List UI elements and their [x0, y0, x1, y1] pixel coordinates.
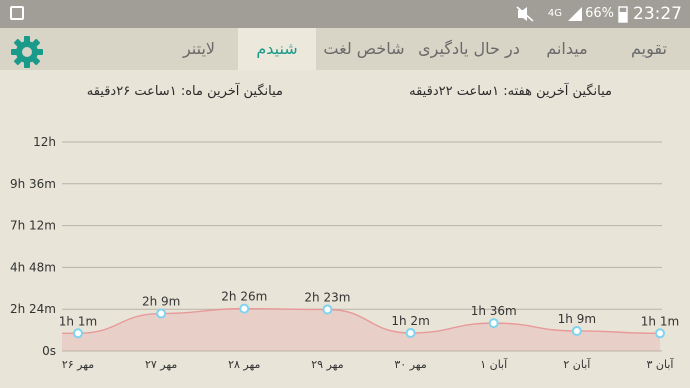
x-tick-label: ۳ آبان	[647, 357, 675, 371]
signal-icon	[566, 0, 584, 28]
data-label: 1h 1m	[59, 314, 97, 328]
tab-leitner[interactable]: لایتنر	[160, 28, 238, 70]
x-tick-label: ۲۶ مهر	[62, 358, 94, 371]
y-tick-label: 2h 24m	[10, 302, 56, 316]
battery-text: 66%	[585, 6, 614, 21]
data-point	[405, 328, 416, 339]
data-point	[655, 328, 665, 339]
data-label: 1h 1m	[641, 314, 679, 328]
weekly-average: میانگین آخرین هفته: ۱ساعت ۲۲دقیقه	[409, 84, 612, 99]
mute-icon	[515, 0, 535, 28]
tab-bar: تقویم میدانم در حال یادگیری شاخص لغت شنی…	[0, 28, 690, 70]
status-bar: 4G 66% 23:27	[0, 0, 690, 28]
y-tick-label: 0s	[42, 344, 56, 358]
x-tick-label: ۳۰ مهر	[394, 358, 426, 371]
x-tick-label: ۲۹ مهر	[311, 358, 343, 371]
data-point	[239, 303, 250, 314]
tab-word-index[interactable]: شاخص لغت	[316, 28, 412, 70]
listening-time-chart: 0s 2h 24m 4h 48m 7h 12m 9h 36m 12h 1h 1m 2h 9m…	[10, 135, 679, 371]
data-label: 1h 36m	[471, 304, 517, 318]
data-point	[156, 308, 167, 319]
tab-known[interactable]: میدانم	[526, 28, 608, 70]
battery-icon	[618, 0, 628, 28]
data-point	[73, 328, 83, 339]
data-point	[488, 318, 499, 329]
y-axis-labels: 0s 2h 24m 4h 48m 7h 12m 9h 36m 12h	[10, 135, 56, 358]
data-label: 2h 9m	[142, 295, 180, 309]
monthly-average: میانگین آخرین ماه: ۱ساعت ۲۶دقیقه	[86, 84, 283, 99]
x-tick-label: ۲ آبان	[563, 357, 591, 371]
gear-icon[interactable]	[10, 35, 44, 69]
data-label: 2h 23m	[304, 290, 350, 304]
x-tick-label: ۱ آبان	[480, 357, 508, 371]
tab-calendar[interactable]: تقویم	[608, 28, 690, 70]
image-icon	[10, 6, 24, 20]
y-tick-label: 9h 36m	[10, 177, 56, 191]
clock: 23:27	[633, 4, 682, 24]
y-tick-label: 4h 48m	[10, 260, 56, 274]
data-point	[322, 304, 333, 315]
data-label: 2h 26m	[221, 290, 267, 304]
y-tick-label: 12h	[33, 135, 56, 149]
data-label: 1h 2m	[391, 314, 429, 328]
data-label: 1h 9m	[558, 312, 596, 326]
tab-heard[interactable]: شنیدم	[238, 28, 316, 70]
tab-learning[interactable]: در حال یادگیری	[412, 28, 526, 70]
network-type: 4G	[547, 8, 562, 19]
data-point	[571, 325, 582, 336]
x-tick-label: ۲۷ مهر	[145, 358, 177, 371]
x-tick-label: ۲۸ مهر	[228, 358, 260, 371]
y-tick-label: 7h 12m	[10, 219, 56, 233]
x-axis-labels: ۲۶ مهر ۲۷ مهر ۲۸ مهر ۲۹ مهر ۳۰ مهر ۱ آبان ۲ آب…	[62, 357, 675, 371]
